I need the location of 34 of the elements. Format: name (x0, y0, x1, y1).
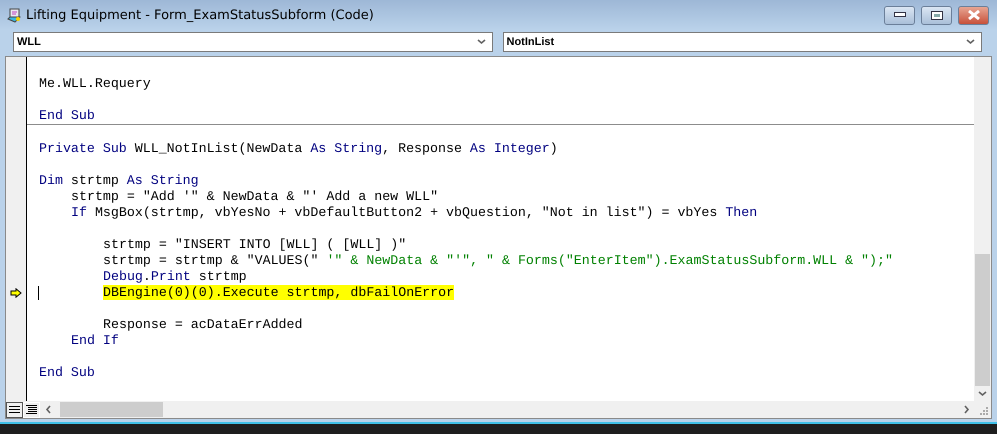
code-line: strtmp = "INSERT INTO [WLL] ( [WLL] )" (102, 237, 406, 253)
maximize-icon (930, 10, 942, 20)
chevron-down-icon[interactable] (978, 389, 987, 398)
full-module-view-button[interactable] (23, 402, 40, 418)
code-line: Response = acDataErrAdded (102, 317, 302, 333)
maximize-button[interactable] (921, 6, 952, 24)
code-line: strtmp = strtmp & "VALUES(" '" & NewData & "'", " & Forms("EnterItem").ExamStatusSubform.WLL & ");" (102, 253, 893, 269)
code-line: If MsgBox(strtmp, vbYesNo + vbDefaultButton2 + vbQuestion, "Not in list") = vbYes Then (70, 205, 758, 221)
scroll-thumb[interactable] (975, 254, 990, 386)
lines-icon (9, 405, 20, 414)
chevron-down-icon[interactable] (966, 37, 975, 46)
procedure-view-button[interactable] (6, 402, 23, 418)
code-line: Me.WLL.Requery (39, 76, 151, 92)
code-line: End Sub (39, 108, 95, 124)
procedure-dropdown[interactable]: NotInList (502, 32, 982, 52)
chevron-right-icon[interactable] (962, 405, 970, 414)
code-window-icon (6, 8, 22, 22)
code-line: End Sub (39, 365, 95, 381)
vertical-scrollbar[interactable] (974, 57, 991, 401)
window-title: Lifting Equipment - Form_ExamStatusSubform (Code) (26, 8, 375, 22)
code-line: strtmp = "Add '" & NewData & "' Add a new WLL" (70, 189, 438, 205)
minimize-icon (894, 12, 906, 18)
lines-icon (26, 404, 37, 415)
code-line: Debug.Print strtmp (102, 269, 247, 285)
minimize-button[interactable] (884, 6, 915, 24)
close-icon (968, 10, 980, 20)
code-line: Dim strtmp As String (39, 173, 199, 189)
code-line: Private Sub WLL_NotInList(NewData As String, Response As Integer) (39, 141, 558, 157)
chevron-down-icon[interactable] (476, 37, 486, 46)
code-line: End If (70, 333, 119, 349)
scroll-thumb[interactable] (60, 402, 163, 417)
close-button[interactable] (958, 6, 989, 24)
chevron-left-icon[interactable] (44, 405, 52, 414)
object-dropdown[interactable]: WLL (13, 32, 492, 52)
